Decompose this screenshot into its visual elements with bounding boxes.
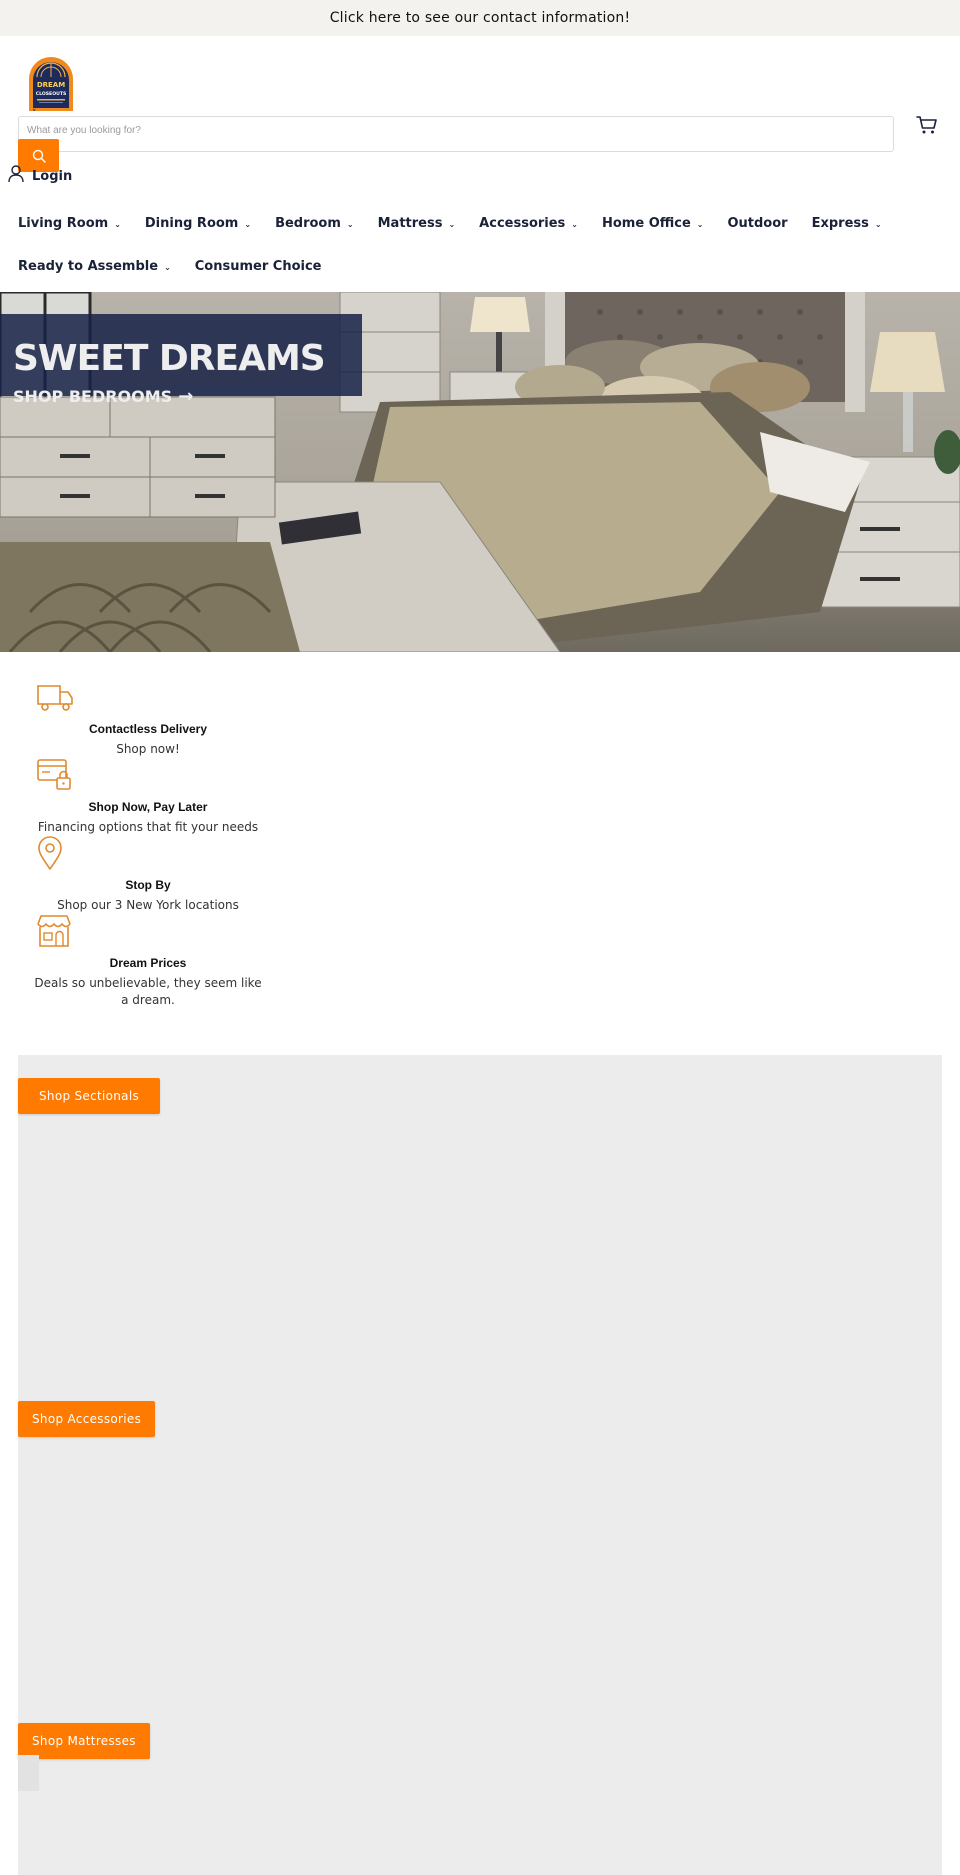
nav-item-label: Mattress (377, 216, 443, 231)
nav-item-label: Home Office (602, 216, 691, 231)
chevron-down-icon: ⌄ (346, 220, 354, 229)
nav-item-ready-to-assemble[interactable]: Ready to Assemble ⌄ (18, 259, 171, 274)
cart-button[interactable] (916, 115, 938, 135)
main-nav-row-2: Ready to Assemble ⌄ Consumer Choice (18, 259, 948, 274)
nav-item-label: Ready to Assemble (18, 259, 159, 274)
chevron-down-icon: ⌄ (114, 220, 121, 229)
nav-item-label: Express (811, 216, 869, 231)
nav-item-home-office[interactable]: Home Office ⌄ (602, 216, 703, 231)
login-link[interactable]: Login (8, 163, 72, 184)
nav-item-bedroom[interactable]: Bedroom ⌄ (275, 216, 354, 231)
search-bar (18, 116, 894, 152)
nav-item-label: Accessories (479, 216, 566, 231)
feature-title: Contactless Delivery (88, 722, 208, 736)
collection-image-placeholder (18, 1755, 39, 1791)
chevron-down-icon: ⌄ (448, 220, 456, 229)
search-input[interactable] (19, 117, 893, 151)
shop-mattresses-button[interactable]: Shop Mattresses (18, 1723, 150, 1759)
chevron-down-icon: ⌄ (571, 220, 578, 229)
feature-subtitle: Shop now! (116, 742, 180, 756)
store-logo[interactable]: DREAM CLOSEOUTS (27, 55, 75, 113)
user-icon (8, 164, 24, 182)
nav-item-label: Living Room (18, 216, 109, 231)
hero-title: SWEET DREAMS (13, 338, 326, 379)
map-pin-icon (38, 836, 62, 870)
feature-contactless-delivery: Contactless Delivery Shop now! (30, 680, 266, 758)
cart-icon (916, 116, 937, 134)
feature-title: Shop Now, Pay Later (88, 800, 208, 814)
nav-item-label: Consumer Choice (194, 259, 322, 274)
feature-subtitle: Deals so unbelievable, they seem like a … (34, 976, 262, 1007)
credit-card-lock-icon (37, 759, 71, 790)
feature-title: Stop By (125, 878, 171, 892)
shop-bedrooms-link[interactable]: SHOP BEDROOMS → (13, 386, 193, 407)
hero-cta-label: SHOP BEDROOMS (13, 387, 173, 406)
nav-item-living-room[interactable]: Living Room ⌄ (18, 216, 121, 231)
storefront-icon (37, 915, 71, 947)
nav-item-consumer-choice[interactable]: Consumer Choice (195, 259, 322, 274)
feature-subtitle: Financing options that fit your needs (37, 820, 259, 834)
arrow-right-icon: → (178, 386, 194, 407)
chevron-down-icon: ⌄ (244, 220, 252, 229)
nav-item-express[interactable]: Express ⌄ (812, 216, 882, 231)
nav-item-accessories[interactable]: Accessories ⌄ (479, 216, 578, 231)
contact-info-link[interactable]: Click here to see our contact informatio… (330, 10, 631, 26)
dream-closeouts-logo-mark: DREAM CLOSEOUTS (29, 57, 73, 111)
shop-accessories-button[interactable]: Shop Accessories (18, 1401, 156, 1437)
nav-item-label: Dining Room (144, 216, 239, 231)
nav-item-outdoor[interactable]: Outdoor (727, 216, 787, 231)
feature-subtitle: Shop our 3 New York locations (57, 898, 239, 912)
nav-item-label: Bedroom (275, 216, 341, 231)
delivery-truck-icon (37, 685, 73, 711)
chevron-down-icon: ⌄ (874, 220, 882, 229)
collection-grid: Shop Sectionals Shop Accessories Shop Ma… (18, 1055, 942, 1875)
feature-stop-by: Stop By Shop our 3 New York locations (30, 836, 266, 914)
feature-pay-later: Shop Now, Pay Later Financing options th… (30, 758, 266, 836)
login-label: Login (32, 169, 73, 184)
nav-item-dining-room[interactable]: Dining Room ⌄ (145, 216, 251, 231)
shop-sectionals-button[interactable]: Shop Sectionals (18, 1078, 161, 1114)
feature-dream-prices: Dream Prices Deals so unbelievable, they… (30, 914, 266, 1007)
hero-banner[interactable]: SWEET DREAMS SHOP BEDROOMS → (0, 292, 960, 652)
feature-title: Dream Prices (109, 956, 187, 970)
nav-item-mattress[interactable]: Mattress ⌄ (378, 216, 456, 231)
hero-text-panel: SWEET DREAMS SHOP BEDROOMS → (0, 314, 362, 407)
main-nav-row-1: Living Room ⌄ Dining Room ⌄ Bedroom ⌄ Mattr… (18, 216, 948, 231)
logo-text-closeouts: CLOSEOUTS (36, 91, 67, 97)
announcement-bar: Click here to see our contact informatio… (0, 0, 960, 36)
logo-text-dream: DREAM (37, 81, 65, 89)
chevron-down-icon: ⌄ (696, 220, 704, 229)
search-icon (32, 149, 46, 163)
feature-list: Contactless Delivery Shop now! Shop Now,… (30, 680, 266, 1007)
nav-item-label: Outdoor (727, 216, 788, 231)
chevron-down-icon: ⌄ (164, 263, 171, 272)
